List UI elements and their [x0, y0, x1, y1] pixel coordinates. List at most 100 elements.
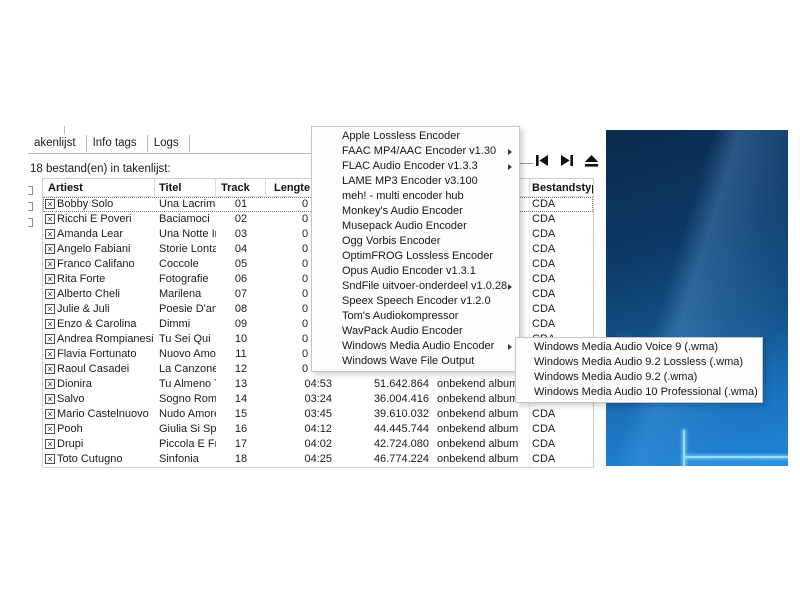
row-checkbox-cell: ×: [43, 332, 57, 347]
menu-item-windows-wave-file-output[interactable]: Windows Wave File Output: [312, 354, 519, 369]
artist-cell: Amanda Lear: [57, 228, 124, 240]
menu-item-lame-mp3-encoder-v3-100[interactable]: LAME MP3 Encoder v3.100: [312, 174, 519, 189]
menu-item-optimfrog-lossless-encoder[interactable]: OptimFROG Lossless Encoder: [312, 249, 519, 264]
checked-checkbox-icon[interactable]: ×: [45, 319, 55, 330]
filetype-cell: CDA: [532, 273, 556, 285]
title-cell: Una Lacrima Su: [159, 198, 216, 210]
artist-cell: Toto Cutugno: [57, 453, 123, 465]
row-checkbox-cell: ×: [43, 197, 57, 212]
table-row[interactable]: × Salvo Sogno Romant 14 03:24 36.004.416…: [43, 392, 593, 407]
filetype-cell: CDA: [532, 213, 556, 225]
table-row[interactable]: × Drupi Piccola E Fragil 17 04:02 42.724…: [43, 437, 593, 452]
next-track-icon[interactable]: [558, 153, 575, 168]
submenu-item-windows-media-audio-9-2-lossless-wma[interactable]: Windows Media Audio 9.2 Lossless (.wma): [516, 355, 762, 370]
menu-item-tom-s-audiokompressor[interactable]: Tom's Audiokompressor: [312, 309, 519, 324]
checked-checkbox-icon[interactable]: ×: [45, 379, 55, 390]
checked-checkbox-icon[interactable]: ×: [45, 214, 55, 225]
row-checkbox-cell: ×: [43, 437, 57, 452]
track-cell: 09: [234, 318, 248, 330]
filetype-cell: CDA: [532, 288, 556, 300]
submenu-item-windows-media-audio-voice-9-wma[interactable]: Windows Media Audio Voice 9 (.wma): [516, 340, 762, 355]
file-count-label: 18 bestand(en) in takenlijst:: [30, 163, 171, 175]
track-cell: 13: [234, 378, 248, 390]
checked-checkbox-icon[interactable]: ×: [45, 454, 55, 465]
tab-info-tags[interactable]: Info tags: [87, 134, 148, 152]
table-row[interactable]: × Dionira Tu Almeno Tu 13 04:53 51.642.8…: [43, 377, 593, 392]
track-cell: 02: [234, 213, 248, 225]
checked-checkbox-icon[interactable]: ×: [45, 244, 55, 255]
previous-track-icon[interactable]: [533, 153, 550, 168]
checked-checkbox-icon[interactable]: ×: [45, 424, 55, 435]
menu-item-flac-audio-encoder-v1-3-3[interactable]: FLAC Audio Encoder v1.3.3: [312, 159, 519, 174]
submenu-item-windows-media-audio-10-professional-wma[interactable]: Windows Media Audio 10 Professional (.wm…: [516, 385, 762, 400]
checked-checkbox-icon[interactable]: ×: [45, 289, 55, 300]
menu-item-monkey-s-audio-encoder[interactable]: Monkey's Audio Encoder: [312, 204, 519, 219]
track-cell: 05: [234, 258, 248, 270]
title-cell: Coccole: [159, 258, 199, 270]
row-checkbox-cell: ×: [43, 302, 57, 317]
table-row[interactable]: × Toto Cutugno Sinfonia 18 04:25 46.774.…: [43, 452, 593, 467]
checked-checkbox-icon[interactable]: ×: [45, 274, 55, 285]
table-row[interactable]: × Pooh Giulia Si Sposa 16 04:12 44.445.7…: [43, 422, 593, 437]
checked-checkbox-icon[interactable]: ×: [45, 349, 55, 360]
tab-logs[interactable]: Logs: [148, 134, 190, 152]
checked-checkbox-icon[interactable]: ×: [45, 364, 55, 375]
row-checkbox-cell: ×: [43, 422, 57, 437]
menu-item-opus-audio-encoder-v1-3-1[interactable]: Opus Audio Encoder v1.3.1: [312, 264, 519, 279]
submenu-arrow-icon: [508, 163, 512, 170]
column-header-filetype[interactable]: Bestandstyp: [530, 179, 593, 196]
title-cell: La Canzone De: [159, 363, 216, 375]
menu-item-speex-speech-encoder-v1-2-0[interactable]: Speex Speech Encoder v1.2.0: [312, 294, 519, 309]
menu-item-ogg-vorbis-encoder[interactable]: Ogg Vorbis Encoder: [312, 234, 519, 249]
title-cell: Sinfonia: [159, 453, 199, 465]
title-cell: Marilena: [159, 288, 202, 300]
track-cell: 14: [234, 393, 248, 405]
checked-checkbox-icon[interactable]: ×: [45, 409, 55, 420]
menu-item-meh-multi-encoder-hub[interactable]: meh! - multi encoder hub: [312, 189, 519, 204]
column-header-title[interactable]: Titel: [155, 179, 216, 196]
menu-item-musepack-audio-encoder[interactable]: Musepack Audio Encoder: [312, 219, 519, 234]
checked-checkbox-icon[interactable]: ×: [45, 439, 55, 450]
filetype-cell: CDA: [532, 438, 556, 450]
filetype-cell: CDA: [532, 258, 556, 270]
artist-cell: Angelo Fabiani: [57, 243, 131, 255]
eject-icon[interactable]: [583, 153, 600, 168]
tab-akenlijst[interactable]: akenlijst: [28, 134, 87, 152]
row-checkbox-cell: ×: [43, 227, 57, 242]
row-checkbox-cell: ×: [43, 392, 57, 407]
filetype-cell: CDA: [532, 228, 556, 240]
transport-controls: [533, 153, 600, 168]
column-header-track[interactable]: Track: [216, 179, 266, 196]
artist-cell: Mario Castelnuovo: [57, 408, 149, 420]
checked-checkbox-icon[interactable]: ×: [45, 304, 55, 315]
submenu-item-windows-media-audio-9-2-wma[interactable]: Windows Media Audio 9.2 (.wma): [516, 370, 762, 385]
toolbar-separator: [519, 163, 533, 164]
checked-checkbox-icon[interactable]: ×: [45, 394, 55, 405]
windows-logo-pane-line-horizontal: [684, 456, 788, 458]
track-cell: 07: [234, 288, 248, 300]
size-cell: 36.004.416: [373, 393, 429, 405]
checked-checkbox-icon[interactable]: ×: [45, 334, 55, 345]
menu-item-windows-media-audio-encoder[interactable]: Windows Media Audio Encoder: [312, 339, 519, 354]
row-checkbox-cell: ×: [43, 242, 57, 257]
table-row[interactable]: × Mario Castelnuovo Nudo Amore 15 03:45 …: [43, 407, 593, 422]
length-cell: 03:45: [304, 408, 332, 420]
checked-checkbox-icon[interactable]: ×: [45, 229, 55, 240]
tab-underline: [28, 153, 312, 154]
row-checkbox-cell: ×: [43, 212, 57, 227]
artist-cell: Dionira: [57, 378, 92, 390]
length-cell: 04:12: [304, 423, 332, 435]
title-cell: Una Notte Insie: [159, 228, 216, 240]
menu-item-faac-mp4-aac-encoder-v1-30[interactable]: FAAC MP4/AAC Encoder v1.30: [312, 144, 519, 159]
menu-item-wavpack-audio-encoder[interactable]: WavPack Audio Encoder: [312, 324, 519, 339]
artist-cell: Franco Califano: [57, 258, 135, 270]
menu-item-sndfile-uitvoer-onderdeel-v1-0-28[interactable]: SndFile uitvoer-onderdeel v1.0.28: [312, 279, 519, 294]
column-header-artist[interactable]: Artiest: [43, 179, 155, 196]
menu-item-apple-lossless-encoder[interactable]: Apple Lossless Encoder: [312, 129, 519, 144]
track-cell: 16: [234, 423, 248, 435]
size-cell: 51.642.864: [373, 378, 429, 390]
artist-cell: Bobby Solo: [57, 198, 114, 210]
checked-checkbox-icon[interactable]: ×: [45, 199, 55, 210]
checked-checkbox-icon[interactable]: ×: [45, 259, 55, 270]
track-cell: 12: [234, 363, 248, 375]
